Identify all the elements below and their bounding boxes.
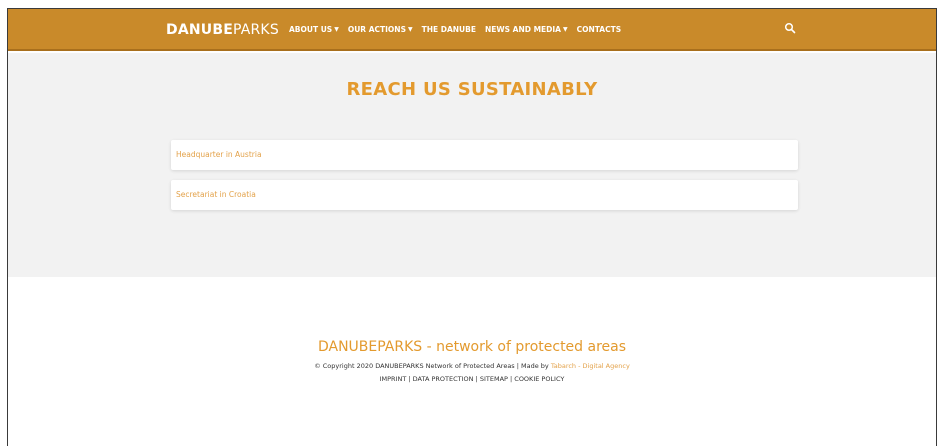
nav-item-about-us[interactable]: ABOUT US ▼ — [289, 25, 339, 34]
copyright-text: © Copyright 2020 DANUBEPARKS Network of … — [314, 362, 551, 370]
nav-item-news-and-media[interactable]: NEWS AND MEDIA ▼ — [485, 25, 568, 34]
footer-link-imprint[interactable]: IMPRINT — [380, 375, 407, 383]
footer-link-data-protection[interactable]: DATA PROTECTION — [413, 375, 474, 383]
accordion-item-secretariat[interactable]: Secretariat in Croatia — [171, 180, 798, 210]
page-title: REACH US SUSTAINABLY — [346, 79, 598, 100]
nav-item-label: OUR ACTIONS — [347, 25, 406, 34]
agency-link[interactable]: Tabarch - Digital Agency — [551, 362, 630, 370]
accordion-item-label: Headquarter in Austria — [176, 150, 262, 159]
footer-links: IMPRINT | DATA PROTECTION | SITEMAP | CO… — [8, 375, 936, 383]
caret-down-icon: ▼ — [407, 26, 413, 33]
footer-title: DANUBEPARKS - network of protected areas — [317, 339, 627, 355]
footer-link-cookie-policy[interactable]: COOKIE POLICY — [514, 375, 564, 383]
logo-bold-text: DANUBE — [166, 22, 233, 38]
footer: DANUBEPARKS - network of protected areas… — [8, 277, 936, 446]
site-logo[interactable]: DANUBEPARKS — [166, 22, 279, 38]
footer-link-sitemap[interactable]: SITEMAP — [480, 375, 508, 383]
nav-item-label: ABOUT US — [289, 25, 333, 34]
browser-frame: DANUBEPARKS ABOUT US ▼ OUR ACTIONS ▼ THE D… — [7, 8, 937, 446]
main-content: REACH US SUSTAINABLY Headquarter in Aust… — [8, 53, 936, 277]
nav-item-label: CONTACTS — [576, 25, 622, 34]
copyright-line: © Copyright 2020 DANUBEPARKS Network of … — [8, 362, 936, 370]
caret-down-icon: ▼ — [562, 26, 568, 33]
nav-item-label: THE DANUBE — [421, 25, 476, 34]
accordion-item-label: Secretariat in Croatia — [176, 190, 256, 199]
top-navbar: DANUBEPARKS ABOUT US ▼ OUR ACTIONS ▼ THE D… — [8, 9, 936, 51]
main-nav: ABOUT US ▼ OUR ACTIONS ▼ THE DANUBE NEWS A… — [289, 25, 621, 34]
logo-light-text: PARKS — [232, 22, 279, 38]
nav-item-label: NEWS AND MEDIA — [484, 25, 561, 34]
caret-down-icon: ▼ — [334, 26, 339, 33]
nav-item-our-actions[interactable]: OUR ACTIONS ▼ — [348, 25, 413, 34]
search-icon[interactable] — [784, 22, 796, 34]
nav-item-contacts[interactable]: CONTACTS — [577, 25, 622, 34]
nav-item-the-danube[interactable]: THE DANUBE — [422, 25, 476, 34]
accordion-item-headquarter[interactable]: Headquarter in Austria — [171, 140, 798, 170]
